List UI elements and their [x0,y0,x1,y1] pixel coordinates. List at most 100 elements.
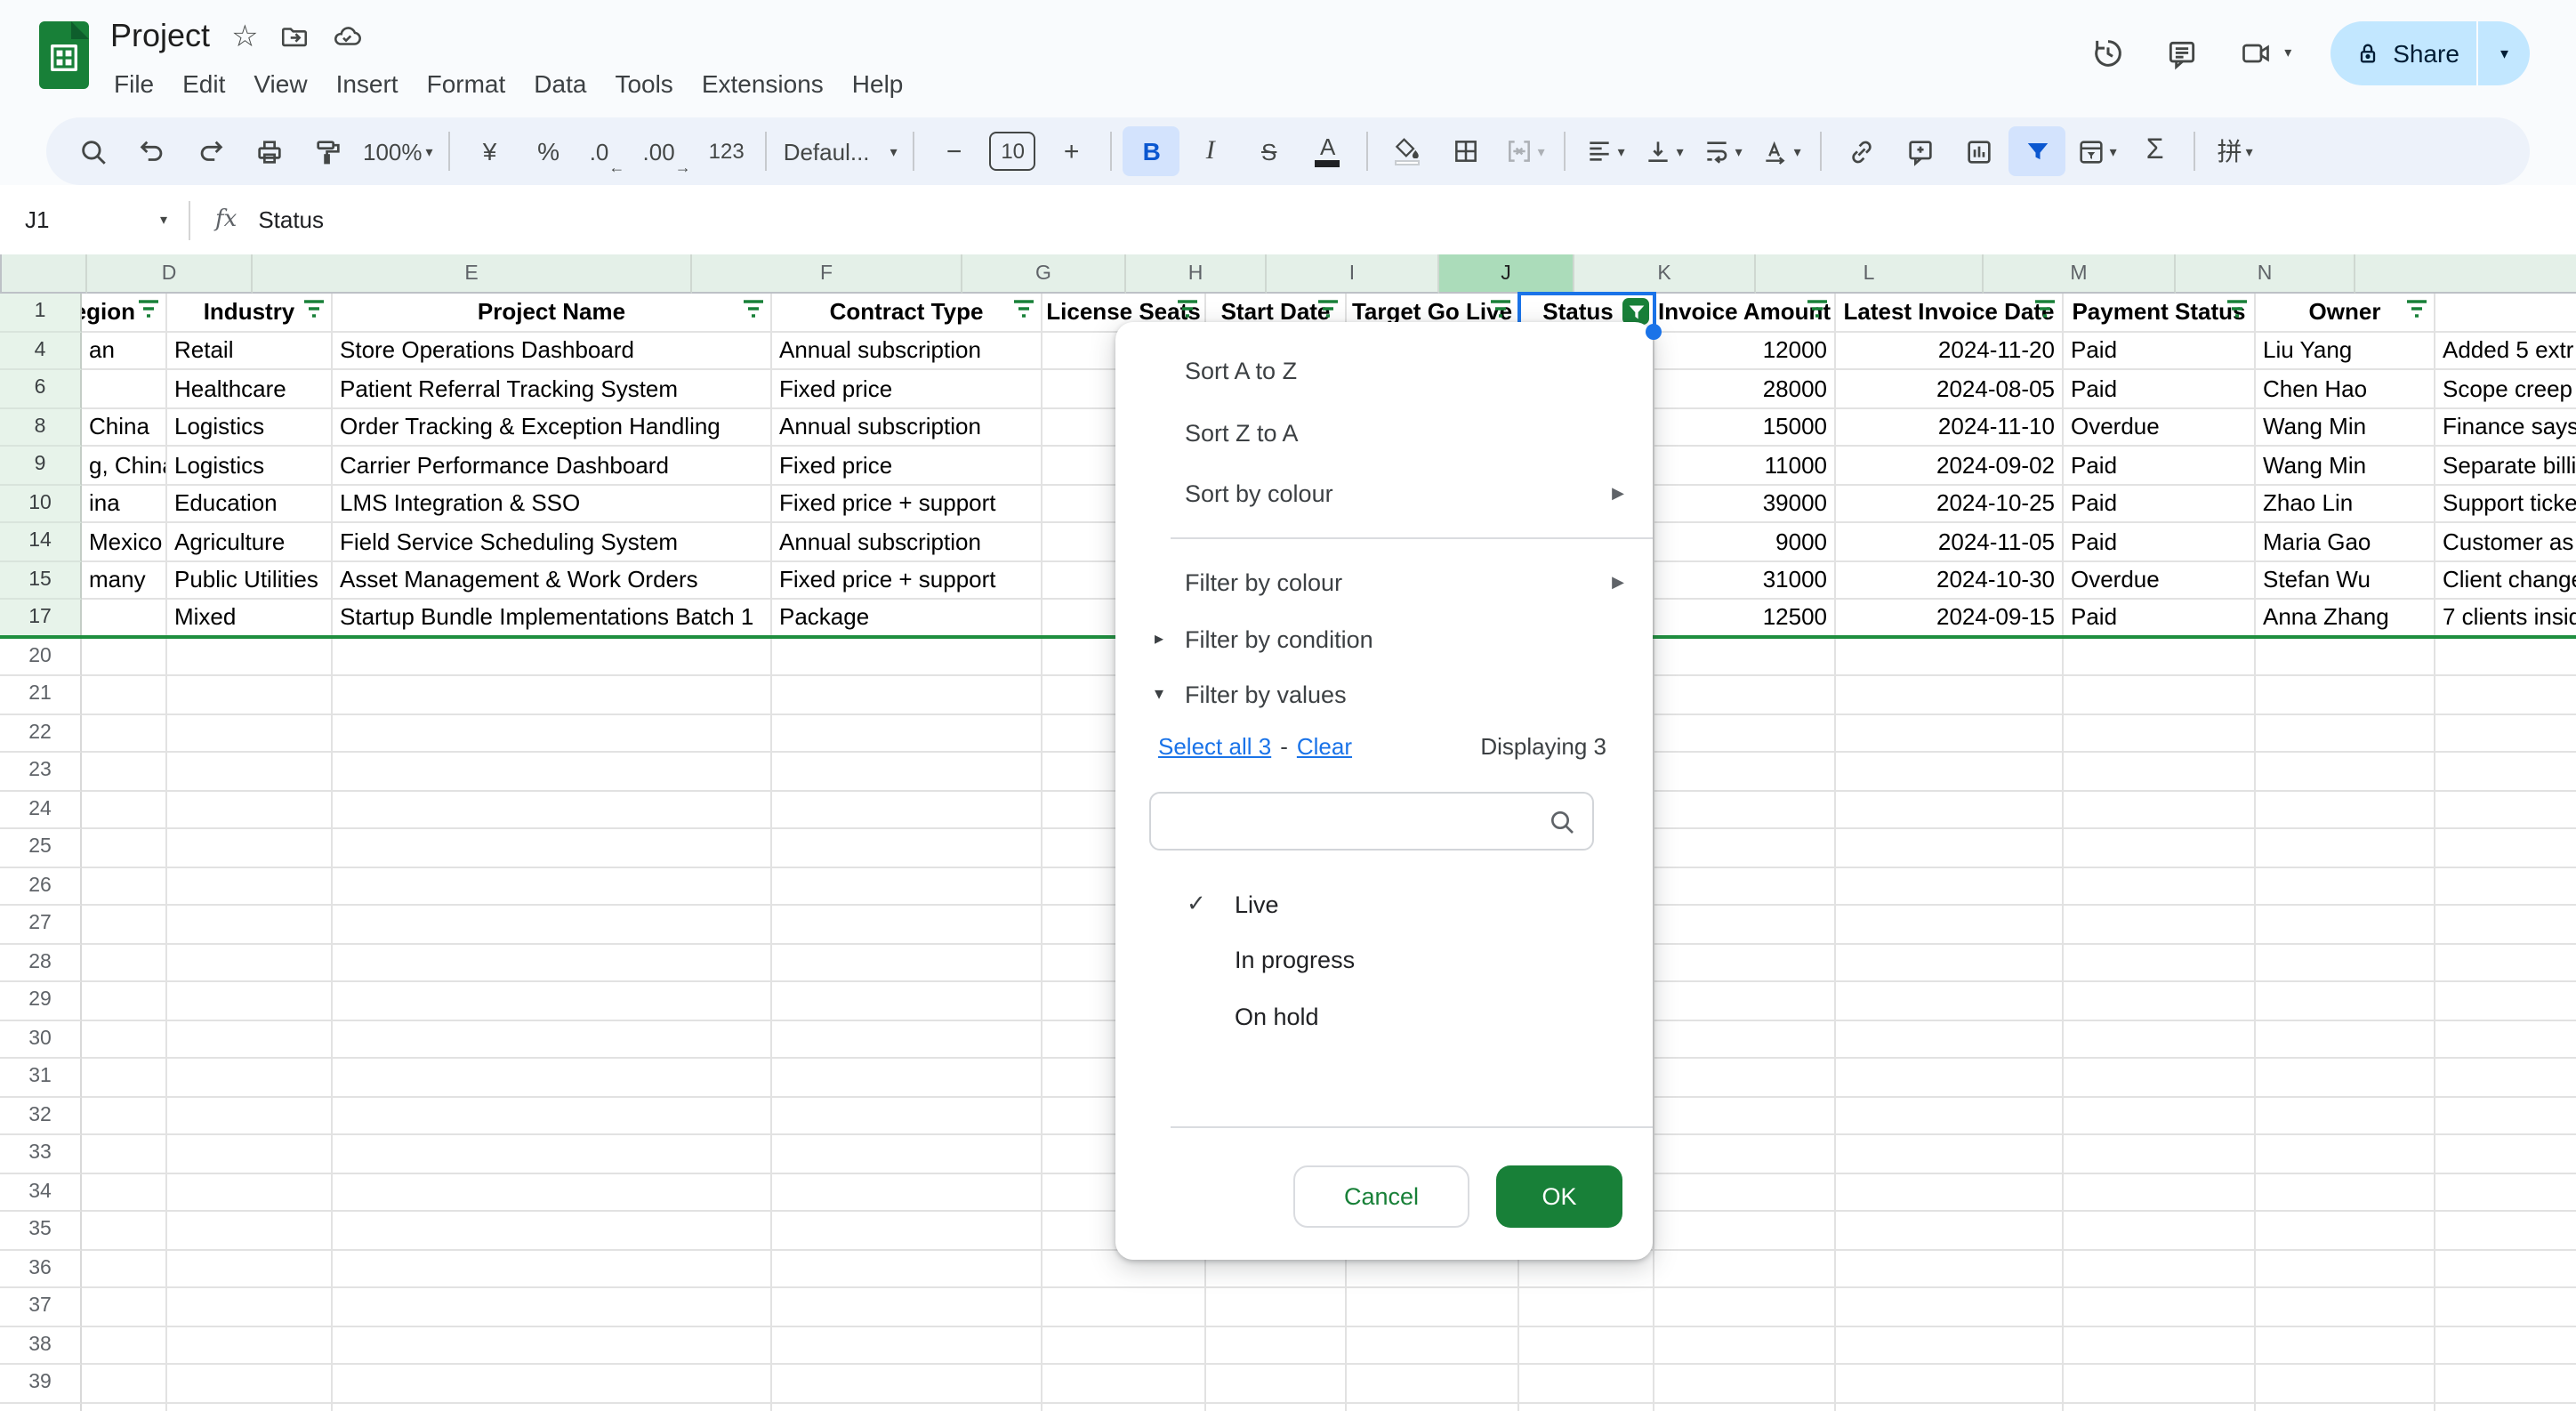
column-header-N[interactable]: N [2176,254,2355,294]
grid-cell[interactable] [772,676,1042,714]
grid-cell[interactable] [772,714,1042,753]
text-color-button[interactable]: A [1300,126,1356,176]
header-cell-invdate[interactable]: Latest Invoice Date [1836,294,2064,332]
grid-cell[interactable] [2435,906,2576,944]
grid-cell[interactable]: Client change [2435,561,2576,600]
font-select[interactable]: Defaul...▾ [778,126,903,176]
column-header-I[interactable]: I [1267,254,1439,294]
select-all-corner[interactable] [0,254,2,294]
grid-cell[interactable] [2256,1212,2435,1250]
grid-cell[interactable] [1206,1403,1347,1411]
grid-cell[interactable]: Field Service Scheduling System [333,523,772,561]
row-header-27[interactable]: 27 [0,906,82,944]
grid-cell[interactable] [82,1020,167,1059]
row-header-26[interactable]: 26 [0,867,82,906]
grid-cell[interactable] [167,676,333,714]
toolbar-search-icon[interactable] [64,126,121,176]
more-formats-button[interactable]: 123 [698,126,755,176]
star-icon[interactable]: ☆ [231,21,259,52]
grid-cell[interactable] [333,791,772,829]
grid-cell[interactable] [772,906,1042,944]
grid-cell[interactable]: 2024-11-10 [1836,408,2064,447]
formula-input[interactable]: Status [258,206,324,233]
menu-help[interactable]: Help [838,64,918,103]
grid-cell[interactable]: Annual subscription [772,332,1042,370]
grid-cell[interactable] [772,1135,1042,1173]
grid-cell[interactable] [333,1288,772,1326]
grid-cell[interactable] [2256,1059,2435,1097]
grid-cell[interactable] [1654,1250,1836,1288]
grid-cell[interactable] [1836,1097,2064,1135]
grid-cell[interactable]: Customer as [2435,523,2576,561]
cloud-saved-icon[interactable] [332,21,364,52]
grid-cell[interactable] [2064,1135,2256,1173]
grid-cell[interactable] [1836,1135,2064,1173]
menu-format[interactable]: Format [413,64,520,103]
format-percent-button[interactable]: % [520,126,577,176]
grid-cell[interactable] [333,1020,772,1059]
grid-cell[interactable] [2064,1097,2256,1135]
grid-cell[interactable] [1654,1212,1836,1250]
row-header-10[interactable]: 10 [0,485,82,523]
grid-cell[interactable] [2064,1020,2256,1059]
menu-insert[interactable]: Insert [322,64,413,103]
row-header-25[interactable]: 25 [0,829,82,867]
grid-cell[interactable] [1836,753,2064,791]
grid-cell[interactable]: Package [772,600,1042,634]
grid-cell[interactable] [2256,906,2435,944]
grid-cell[interactable] [167,1288,333,1326]
grid-cell[interactable]: Retail [167,332,333,370]
filter-funnel-icon[interactable] [137,296,160,328]
redo-icon[interactable] [181,126,238,176]
grid-cell[interactable] [2064,676,2256,714]
grid-cell[interactable]: Mexico [82,523,167,561]
row-header-4[interactable]: 4 [0,332,82,370]
grid-cell[interactable] [2435,1173,2576,1212]
grid-cell[interactable]: 39000 [1654,485,1836,523]
grid-cell[interactable] [167,753,333,791]
grid-cell[interactable]: Carrier Performance Dashboard [333,447,772,485]
grid-cell[interactable] [1347,1403,1519,1411]
grid-cell[interactable] [2256,714,2435,753]
column-header-J[interactable]: J [1439,254,1574,294]
grid-cell[interactable]: Paid [2064,370,2256,408]
grid-cell[interactable]: Wang Min [2256,408,2435,447]
grid-cell[interactable] [167,791,333,829]
vertical-align-button[interactable]: ▾ [1636,126,1693,176]
grid-cell[interactable] [1042,1288,1206,1326]
grid-cell[interactable] [1654,1365,1836,1403]
grid-cell[interactable]: Wang Min [2256,447,2435,485]
grid-cell[interactable] [2064,944,2256,982]
column-header-F[interactable]: F [692,254,962,294]
row-header-32[interactable]: 32 [0,1097,82,1135]
grid-cell[interactable] [772,791,1042,829]
grid-cell[interactable] [2256,676,2435,714]
grid-cell[interactable] [167,1097,333,1135]
grid-cell[interactable]: 2024-11-20 [1836,332,2064,370]
grid-cell[interactable] [167,867,333,906]
grid-cell[interactable] [772,1326,1042,1365]
grid-cell[interactable] [2256,944,2435,982]
menu-data[interactable]: Data [519,64,600,103]
row-header-9[interactable]: 9 [0,447,82,485]
column-header-L[interactable]: L [1756,254,1984,294]
grid-cell[interactable] [2064,714,2256,753]
grid-cell[interactable] [772,982,1042,1020]
row-header-29[interactable]: 29 [0,982,82,1020]
grid-cell[interactable] [2256,1173,2435,1212]
grid-cell[interactable] [1654,1173,1836,1212]
grid-cell[interactable] [2064,867,2256,906]
grid-cell[interactable] [167,1326,333,1365]
grid-cell[interactable] [2064,1250,2256,1288]
filter-value-live[interactable]: ✓Live [1115,879,1653,929]
grid-cell[interactable] [333,1365,772,1403]
grid-cell[interactable] [2435,867,2576,906]
grid-cell[interactable] [1836,638,2064,676]
row-header-39[interactable]: 39 [0,1365,82,1403]
grid-cell[interactable] [1654,714,1836,753]
grid-cell[interactable] [2435,829,2576,867]
grid-cell[interactable] [1836,867,2064,906]
grid-cell[interactable] [82,1288,167,1326]
grid-cell[interactable] [1654,676,1836,714]
grid-cell[interactable] [2064,1059,2256,1097]
